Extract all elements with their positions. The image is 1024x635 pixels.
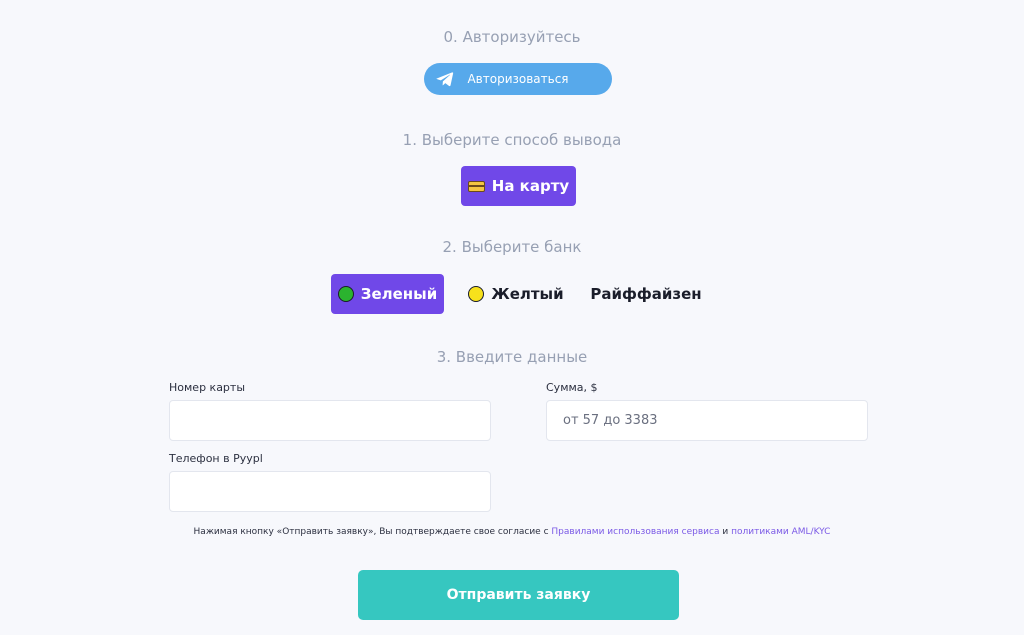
submit-request-button[interactable]: Отправить заявку	[358, 570, 679, 620]
phone-input[interactable]	[169, 471, 491, 512]
green-circle-icon	[337, 286, 354, 302]
telegram-icon	[436, 72, 454, 87]
terms-link[interactable]: Правилами использования сервиса	[551, 527, 719, 537]
card-number-label: Номер карты	[169, 381, 246, 394]
bank-option-raiffeisen[interactable]: Райффайзен	[588, 274, 704, 314]
consent-text-and: и	[719, 527, 732, 537]
consent-text-before: Нажимая кнопку «Отправить заявку», Вы по…	[193, 527, 552, 537]
step-auth-title: 0. Авторизуйтесь	[443, 28, 581, 46]
amount-label: Сумма, $	[546, 381, 598, 394]
telegram-auth-button[interactable]: Авторизоваться	[424, 63, 612, 95]
telegram-auth-label: Авторизоваться	[467, 72, 569, 86]
consent-text: Нажимая кнопку «Отправить заявку», Вы по…	[0, 527, 1024, 537]
yellow-circle-icon	[468, 286, 485, 302]
step-bank-title: 2. Выберите банк	[442, 238, 582, 256]
bank-option-label: Райффайзен	[590, 285, 702, 303]
step-data-title: 3. Введите данные	[436, 348, 588, 366]
amount-input[interactable]	[546, 400, 868, 441]
method-option-label: На карту	[491, 177, 570, 195]
bank-option-label: Зеленый	[360, 285, 438, 303]
phone-label: Телефон в Pyypl	[169, 452, 263, 465]
bank-option-green[interactable]: Зеленый	[331, 274, 444, 314]
submit-request-label: Отправить заявку	[446, 587, 591, 603]
bank-option-yellow[interactable]: Желтый	[464, 274, 568, 314]
credit-card-icon	[467, 180, 485, 192]
aml-kyc-link[interactable]: политиками AML/KYC	[731, 527, 830, 537]
bank-option-label: Желтый	[491, 285, 564, 303]
step-method-title: 1. Выберите способ вывода	[402, 131, 622, 149]
card-number-input[interactable]	[169, 400, 491, 441]
method-option-card[interactable]: На карту	[461, 166, 576, 206]
